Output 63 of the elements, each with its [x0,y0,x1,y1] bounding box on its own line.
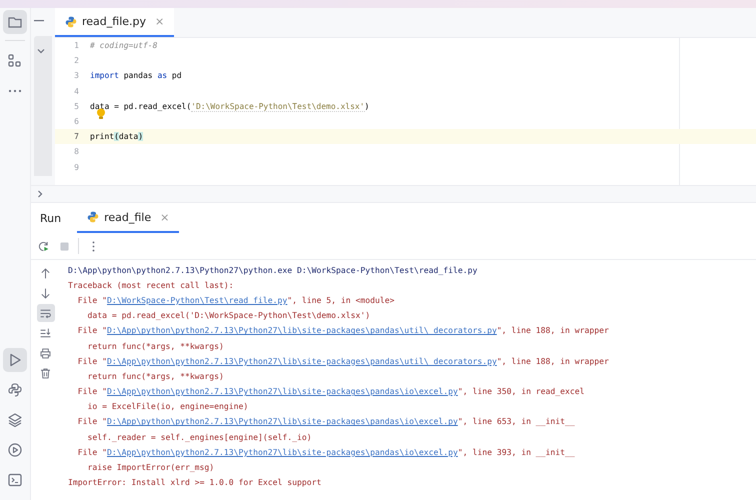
code-text: pandas [122,71,154,80]
output-text: ", line 653, in __init__ [458,416,575,426]
file-link[interactable]: D:\App\python\python2.7.13\Python27\lib\site-packages\pandas\util\_decorators.py [106,356,497,366]
file-link[interactable]: D:\App\python\python2.7.13\Python27\lib\site-packages\pandas\util\_decorators.py [106,325,497,336]
output-text: ", line 188, in wrapper [496,325,609,336]
python-file-icon [65,16,77,28]
output-text: File " [78,356,107,366]
code-keyword: import [90,71,119,80]
command-line: D:\App\python\python2.7.13\Python27\python.exe D:\WorkSpace-Python\Test\read_file.py [68,264,478,275]
line-number: 3 [73,71,79,80]
code-text: pd [170,71,182,80]
output-text: data = pd.read_excel('D:\WorkSpace-Python\Test\demo.xlsx') [87,310,370,320]
panel-title: Run [40,212,62,224]
chevron-right-icon[interactable] [37,190,43,198]
play-icon[interactable] [3,348,27,372]
code-keyword: as [157,71,168,80]
editor-tab[interactable]: read_file.py × [55,8,174,37]
code-comment: # coding=utf-8 [90,41,158,50]
output-text: ", line 5, in <module> [287,294,394,305]
line-number: 8 [73,147,79,156]
code-text: data = pd.read_excel( [90,102,192,111]
folder-icon[interactable] [3,10,27,34]
output-text: io = ExcelFile(io, engine=engine) [87,401,248,412]
file-link[interactable]: D:\App\python\python2.7.13\Python27\lib\site-packages\pandas\io\excel.py [106,446,458,457]
matched-brace: ) [138,132,144,142]
code-text: ) [364,102,370,111]
lightbulb-icon[interactable] [96,108,106,120]
code-text: print [90,132,114,142]
output-text: File " [78,325,107,336]
output-text: Traceback (most recent call last): [68,280,234,290]
output-text: self._reader = self._engines[engine](self._io) [87,432,312,442]
line-number: 6 [73,117,79,126]
python-file-icon [87,211,100,223]
tab-label[interactable]: read_file.py [82,15,146,28]
output-text: File " [78,294,107,305]
output-text: ImportError: Install xlrd >= 1.0.0 for Excel support [68,477,322,488]
code-text: data [118,132,138,142]
line-number: 4 [73,86,79,96]
soft-wrap-icon[interactable] [36,304,54,322]
output-text: raise ImportError(err_msg) [87,462,214,472]
minimize-icon[interactable] [34,20,44,22]
output-text: ", line 350, in read_excel [458,386,585,396]
line-number: 2 [73,56,79,66]
file-link[interactable]: D:\WorkSpace-Python\Test\read_file.py [106,294,288,305]
file-link[interactable]: D:\App\python\python2.7.13\Python27\lib\site-packages\pandas\io\excel.py [106,416,458,426]
matched-brace: ( [114,132,119,142]
output-text: File " [78,446,107,457]
line-number: 7 [73,132,79,142]
output-text: File " [78,386,107,396]
line-number: 5 [73,102,79,111]
output-text: ", line 188, in wrapper [496,356,609,366]
code-string: 'D:\WorkSpace-Python\Test\demo.xlsx' [191,102,365,112]
line-number: 9 [73,162,79,172]
chevron-down-icon[interactable] [37,48,45,54]
output-text: return func(*args, **kwargs) [87,370,224,381]
tab-label[interactable]: read_file [104,210,152,224]
line-number: 1 [73,41,79,50]
close-icon[interactable]: × [155,15,164,28]
output-text: return func(*args, **kwargs) [87,340,224,351]
close-icon[interactable]: × [160,210,170,224]
output-text: ", line 393, in __init__ [458,446,575,457]
file-link[interactable]: D:\App\python\python2.7.13\Python27\lib\site-packages\pandas\io\excel.py [106,386,458,396]
output-text: File " [78,416,107,426]
